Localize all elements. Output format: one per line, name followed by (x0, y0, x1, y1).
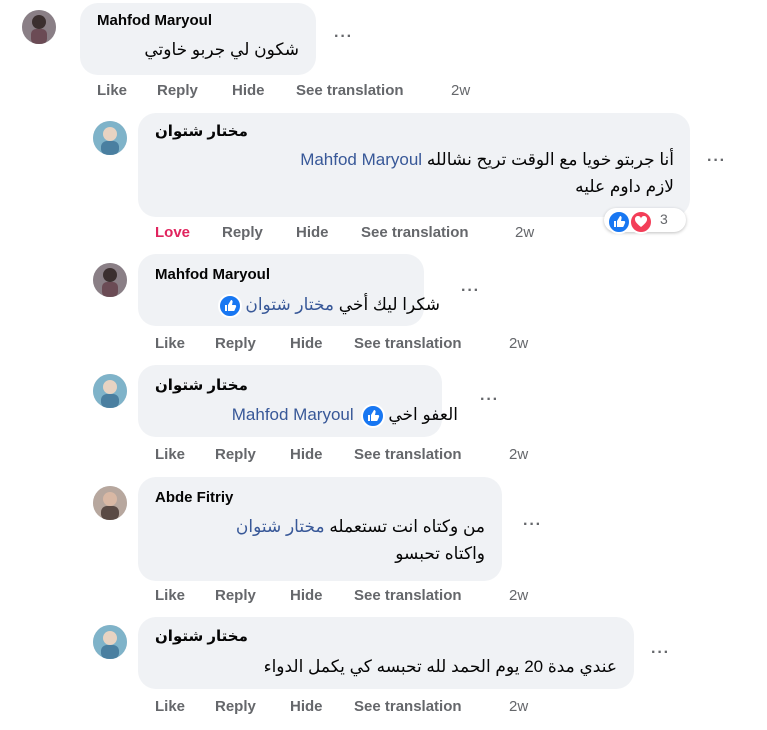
hide-button[interactable]: Hide (290, 698, 323, 715)
comment-text: أنا جربتو خويا مع الوقت تريح نشالله Mahf… (300, 146, 674, 200)
like-icon (218, 293, 243, 318)
avatar[interactable] (22, 10, 56, 44)
comment-timestamp[interactable]: 2w (509, 698, 528, 715)
see-translation-button[interactable]: See translation (354, 587, 462, 604)
hide-button[interactable]: Hide (290, 446, 323, 463)
like-icon (361, 403, 386, 428)
comment-actions: Like Reply Hide See translation 2w (155, 587, 575, 607)
comment-timestamp[interactable]: 2w (509, 446, 528, 463)
reply-button[interactable]: Reply (157, 82, 198, 99)
comment-timestamp[interactable]: 2w (509, 587, 528, 604)
comment-author[interactable]: Mahfod Maryoul (155, 266, 270, 283)
reply-button[interactable]: Reply (215, 335, 256, 352)
comment-timestamp[interactable]: 2w (451, 82, 470, 99)
comment-text-segment: من وكتاه انت تستعمله (329, 517, 485, 536)
avatar[interactable] (93, 486, 127, 520)
more-options-button[interactable]: ··· (480, 391, 499, 409)
mention-link[interactable]: مختار شتوان (236, 517, 325, 536)
avatar[interactable] (93, 374, 127, 408)
see-translation-button[interactable]: See translation (354, 446, 462, 463)
comment-actions: Like Reply Hide See translation 2w (155, 335, 575, 355)
reply-button[interactable]: Reply (215, 698, 256, 715)
comment-text: شكرا ليك أخي مختار شتوان (215, 291, 440, 318)
mention-link[interactable]: Mahfod Maryoul (232, 405, 354, 424)
comment-text-line: شكرا ليك أخي مختار شتوان (215, 291, 440, 318)
more-options-button[interactable]: ··· (461, 282, 480, 300)
see-translation-button[interactable]: See translation (361, 224, 469, 241)
comment-text: العفو اخي Mahfod Maryoul (232, 401, 458, 428)
comment-text-segment: شكرا ليك أخي (338, 295, 440, 314)
comment-timestamp[interactable]: 2w (515, 224, 534, 241)
see-translation-button[interactable]: See translation (354, 698, 462, 715)
comment-timestamp[interactable]: 2w (509, 335, 528, 352)
mention-link[interactable]: Mahfod Maryoul (300, 150, 422, 169)
comment-text: عندي مدة 20 يوم الحمد لله تحبسه كي يكمل … (264, 653, 617, 680)
more-options-button[interactable]: ··· (523, 516, 542, 534)
avatar[interactable] (93, 263, 127, 297)
comment-text-line: عندي مدة 20 يوم الحمد لله تحبسه كي يكمل … (263, 657, 617, 676)
like-button[interactable]: Like (155, 446, 185, 463)
like-button[interactable]: Like (155, 698, 185, 715)
reaction-summary[interactable]: 3 (604, 208, 686, 234)
comment-text-line: لازم داوم عليه (575, 177, 674, 196)
like-button[interactable]: Like (97, 82, 127, 99)
avatar[interactable] (93, 625, 127, 659)
comment-text: شكون لي جربو خاوتي (144, 36, 299, 63)
like-button[interactable]: Like (155, 587, 185, 604)
comment-text-segment: أنا جربتو خويا مع الوقت تريح نشالله (426, 150, 674, 169)
hide-button[interactable]: Hide (232, 82, 265, 99)
like-button[interactable]: Like (155, 335, 185, 352)
more-options-button[interactable]: ··· (334, 28, 353, 46)
hide-button[interactable]: Hide (290, 587, 323, 604)
reply-button[interactable]: Reply (222, 224, 263, 241)
love-icon (629, 210, 653, 234)
more-options-button[interactable]: ··· (707, 152, 726, 170)
comment-author[interactable]: Abde Fitriy (155, 489, 233, 506)
comment-actions: Love Reply Hide See translation 2w (155, 224, 575, 244)
comment-author[interactable]: مختار شتوان (155, 627, 248, 645)
avatar[interactable] (93, 121, 127, 155)
see-translation-button[interactable]: See translation (354, 335, 462, 352)
comment-actions: Like Reply Hide See translation 2w (97, 82, 517, 102)
comment-text-line: العفو اخي Mahfod Maryoul (232, 401, 458, 428)
comment-author[interactable]: مختار شتوان (155, 376, 248, 394)
like-icon (607, 210, 631, 234)
comment-actions: Like Reply Hide See translation 2w (155, 698, 575, 718)
comment-author[interactable]: مختار شتوان (155, 122, 248, 140)
comment-text: من وكتاه انت تستعمله مختار شتوان واكتاه … (236, 513, 485, 567)
comment-text-line: أنا جربتو خويا مع الوقت تريح نشالله Mahf… (300, 146, 674, 173)
comment-text-line: من وكتاه انت تستعمله مختار شتوان (236, 513, 485, 540)
mention-link[interactable]: مختار شتوان (245, 295, 334, 314)
comment-author[interactable]: Mahfod Maryoul (97, 12, 212, 29)
see-translation-button[interactable]: See translation (296, 82, 404, 99)
comment-actions: Like Reply Hide See translation 2w (155, 446, 575, 466)
hide-button[interactable]: Hide (290, 335, 323, 352)
comment-text-segment: العفو اخي (388, 405, 458, 424)
hide-button[interactable]: Hide (296, 224, 329, 241)
comment-text-line: واكتاه تحبسو (395, 544, 485, 563)
reaction-count: 3 (660, 211, 668, 227)
more-options-button[interactable]: ··· (651, 644, 670, 662)
reply-button[interactable]: Reply (215, 446, 256, 463)
comment-text-line: شكون لي جربو خاوتي (144, 40, 299, 59)
reply-button[interactable]: Reply (215, 587, 256, 604)
love-button[interactable]: Love (155, 224, 190, 241)
